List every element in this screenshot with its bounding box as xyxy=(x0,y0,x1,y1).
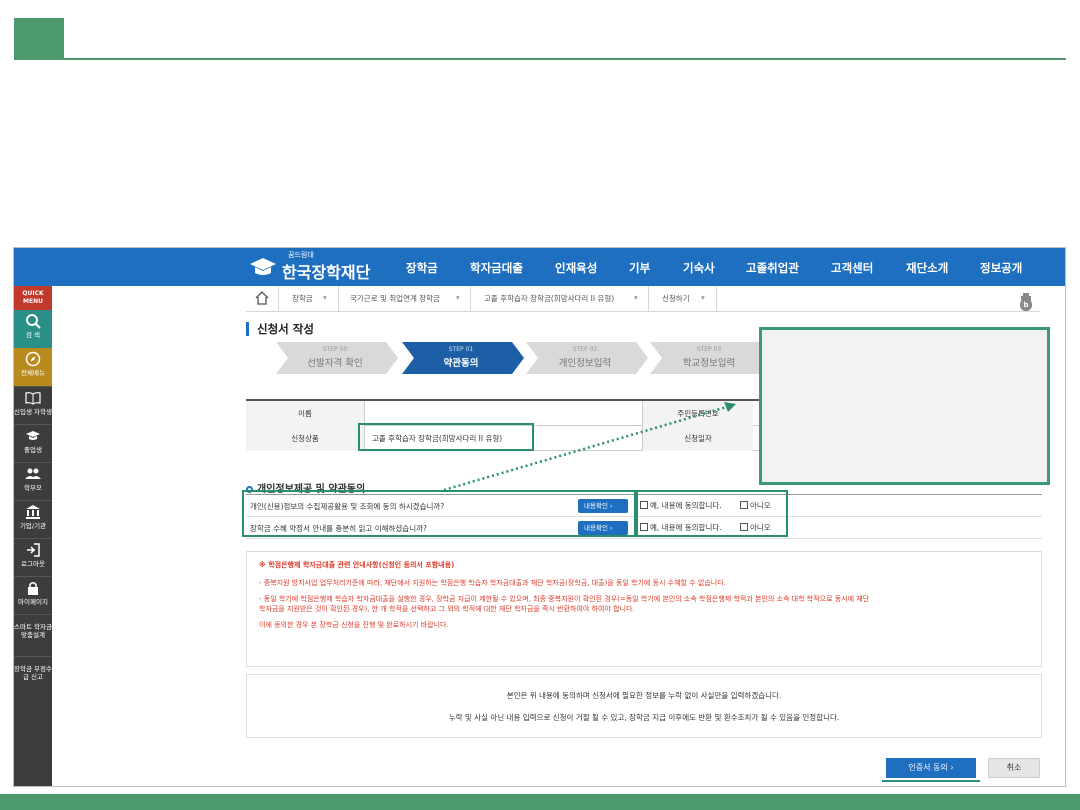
highlight-agreement-questions xyxy=(242,490,636,537)
certificate-agree-button[interactable]: 인증서 동의 › xyxy=(886,758,976,778)
step-0-number: STEP 00 xyxy=(322,346,348,353)
quick-report[interactable]: 장학금 부정수급 신고 xyxy=(14,656,52,698)
quick-smart-plan[interactable]: 스마트 학자금 맞춤설계 xyxy=(14,614,52,656)
nav-item-jobs[interactable]: 고졸취업관 xyxy=(746,260,799,276)
people-icon xyxy=(25,468,41,479)
nav-item-donation[interactable]: 기부 xyxy=(629,260,650,276)
chevron-down-icon[interactable]: ▾ xyxy=(456,293,460,302)
nav-item-loan[interactable]: 학자금대출 xyxy=(470,260,523,276)
site-logo[interactable]: 꿈드림대 한국장학재단 xyxy=(248,250,370,284)
date-label: 신청일자 xyxy=(643,426,753,451)
building-icon xyxy=(26,505,40,519)
crumb-item-1[interactable]: 장학금 xyxy=(292,293,313,304)
step-1-number: STEP 01 xyxy=(448,346,474,353)
name-label: 이름 xyxy=(246,401,364,426)
step-2-label: 개인정보입력 xyxy=(558,358,612,369)
quick-smart-plan-label: 스마트 학자금 맞춤설계 xyxy=(14,623,52,639)
chevron-down-icon[interactable]: ▾ xyxy=(323,293,327,302)
step-3-number: STEP 03 xyxy=(696,346,722,353)
crumb-divider xyxy=(338,286,339,312)
graduation-cap-logo-icon xyxy=(250,258,276,275)
quick-mypage-label: 마이페이지 xyxy=(18,598,48,606)
book-icon xyxy=(25,392,41,405)
product-label: 신청상품 xyxy=(246,426,364,451)
nav-item-disclosure[interactable]: 정보공개 xyxy=(980,260,1022,276)
top-navigation-bar: 꿈드림대 한국장학재단 장학금 학자금대출 인재육성 기부 기숙사 고졸취업관 … xyxy=(14,248,1065,286)
crumb-divider xyxy=(648,286,649,312)
step-progress: STEP 00 선발자격 확인 STEP 01 약관동의 STEP 02 개인정… xyxy=(276,342,776,374)
callout-box xyxy=(759,327,1050,485)
graduation-cap-icon xyxy=(26,431,40,440)
screenshot-frame: 꿈드림대 한국장학재단 장학금 학자금대출 인재육성 기부 기숙사 고졸취업관 … xyxy=(13,247,1066,787)
quick-all-menu[interactable]: 전체메뉴 xyxy=(14,348,52,386)
compass-icon xyxy=(25,351,41,367)
crumb-divider xyxy=(278,286,279,312)
crumb-item-3[interactable]: 고졸 후학습자 장학금(희망사다리 II 유형) xyxy=(484,293,614,304)
notice-line: - 중복지원 방지사업 업무처리기준에 따라, 재단에서 지원하는 학점은행 학… xyxy=(259,579,726,587)
slide-footer-bar xyxy=(0,794,1080,810)
chevron-down-icon[interactable]: ▾ xyxy=(634,293,638,302)
pledge-line: 본인은 위 내용에 동의하며 신청서에 필요한 정보를 누락 없이 사실만을 입… xyxy=(506,691,782,700)
quick-menu: QUICK MENU 검 색 전체메뉴 신입생 자학생 졸업생 학부모 기업/기… xyxy=(14,286,52,786)
notice-heading: ※ 학점은행제 학자금대출 관련 안내사항(신청인 동의서 포함내용) xyxy=(259,561,455,569)
quick-menu-title: QUICK MENU xyxy=(14,286,52,310)
notice-line: 학자금을 지원받은 것이 확인된 경우), 한 개 학적을 선택하고 그 외의 … xyxy=(259,605,635,613)
step-2-number: STEP 02 xyxy=(572,346,598,353)
nav-item-customer[interactable]: 고객센터 xyxy=(831,260,873,276)
nav-item-dormitory[interactable]: 기숙사 xyxy=(683,260,715,276)
crumb-divider xyxy=(470,286,471,312)
search-icon xyxy=(26,314,41,329)
quick-parents[interactable]: 학부모 xyxy=(14,462,52,500)
pledge-box: 본인은 위 내용에 동의하며 신청서에 필요한 정보를 누락 없이 사실만을 입… xyxy=(246,674,1042,738)
step-0-label: 선발자격 확인 xyxy=(307,358,363,369)
quick-search[interactable]: 검 색 xyxy=(14,310,52,348)
quick-report-label: 장학금 부정수급 신고 xyxy=(14,665,52,681)
notice-box: ※ 학점은행제 학자금대출 관련 안내사항(신청인 동의서 포함내용) - 중복… xyxy=(246,551,1042,667)
quick-freshman-label: 신입생 자학생 xyxy=(14,408,52,416)
logout-icon xyxy=(27,543,40,557)
nav-item-about[interactable]: 재단소개 xyxy=(906,260,948,276)
quick-company-label: 기업/기관 xyxy=(19,522,47,530)
quick-all-menu-label: 전체메뉴 xyxy=(21,369,45,377)
crumb-item-4[interactable]: 신청하기 xyxy=(662,293,690,304)
pledge-line: 누락 및 사실 아닌 내용 입력으로 신청이 거절 될 수 있고, 장학금 지급… xyxy=(448,713,840,722)
breadcrumb: 장학금 ▾ 국가근로 및 취업연계 장학금 ▾ 고졸 후학습자 장학금(희망사다… xyxy=(246,286,1040,312)
highlight-product-value xyxy=(358,423,534,451)
step-1-label: 약관동의 xyxy=(443,358,479,369)
quick-mypage[interactable]: 마이페이지 xyxy=(14,576,52,614)
highlight-agreement-options xyxy=(636,490,788,537)
chevron-down-icon[interactable]: ▾ xyxy=(701,293,705,302)
logo-text: 한국장학재단 xyxy=(282,263,371,282)
logo-slogan: 꿈드림대 xyxy=(288,251,314,259)
quick-parents-label: 학부모 xyxy=(24,484,42,492)
slide-title-rule xyxy=(14,58,1066,60)
crumb-divider xyxy=(716,286,717,312)
quick-company[interactable]: 기업/기관 xyxy=(14,500,52,538)
quick-graduate-label: 졸업생 xyxy=(24,446,42,454)
nav-item-talent[interactable]: 인재육성 xyxy=(555,260,597,276)
blog-icon[interactable]: b xyxy=(1020,299,1032,311)
quick-freshman[interactable]: 신입생 자학생 xyxy=(14,386,52,424)
quick-search-label: 검 색 xyxy=(25,331,41,339)
quick-logout[interactable]: 로그아웃 xyxy=(14,538,52,576)
slide-title-square xyxy=(14,18,64,60)
notice-line: - 동일 학기에 학점은행제 학습자 학자금대출을 실행한 경우, 장학금 지급… xyxy=(259,595,870,603)
crumb-item-2[interactable]: 국가근로 및 취업연계 장학금 xyxy=(350,293,440,304)
page-title: 신청서 작성 xyxy=(246,322,314,336)
quick-graduate[interactable]: 졸업생 xyxy=(14,424,52,462)
button-highlight-underline xyxy=(882,780,980,782)
share-toolbar: + − f t b xyxy=(1020,292,1032,311)
home-icon[interactable] xyxy=(254,290,270,306)
notice-line: 이에 동의한 경우 본 장학금 신청을 진행 및 완료하시기 바랍니다. xyxy=(259,621,449,629)
quick-logout-label: 로그아웃 xyxy=(21,560,45,568)
rrn-label: 주민등록번호 xyxy=(643,401,753,426)
step-3-label: 학교정보입력 xyxy=(682,358,736,369)
cancel-button[interactable]: 취소 xyxy=(988,758,1040,778)
nav-item-scholarship[interactable]: 장학금 xyxy=(406,260,438,276)
slide: 꿈드림대 한국장학재단 장학금 학자금대출 인재육성 기부 기숙사 고졸취업관 … xyxy=(0,0,1080,810)
lock-icon xyxy=(28,582,38,595)
